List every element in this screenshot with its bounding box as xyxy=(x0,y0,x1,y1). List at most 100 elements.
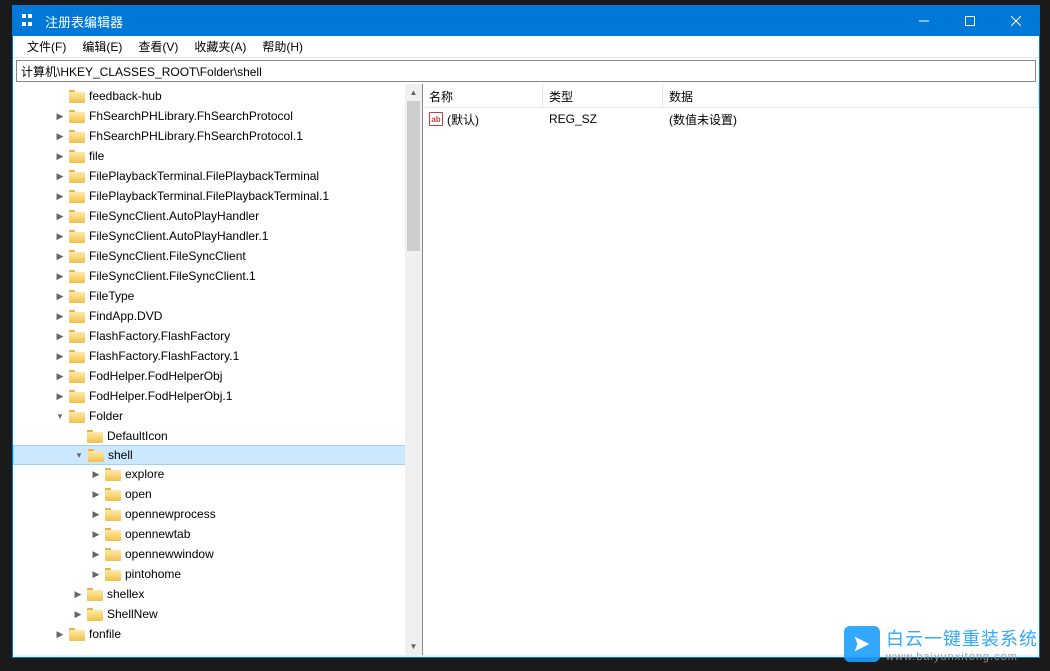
chevron-right-icon[interactable]: ▶ xyxy=(89,527,103,541)
chevron-right-icon[interactable]: ▶ xyxy=(53,189,67,203)
folder-icon xyxy=(87,429,103,443)
tree-node[interactable]: ▶FileSyncClient.AutoPlayHandler xyxy=(13,206,422,226)
tree-node[interactable]: ▶opennewtab xyxy=(13,524,422,544)
tree-node[interactable]: ▶FlashFactory.FlashFactory xyxy=(13,326,422,346)
tree-node[interactable]: ▾ Folder xyxy=(13,406,422,426)
chevron-right-icon[interactable]: ▶ xyxy=(53,289,67,303)
chevron-right-icon[interactable]: ▶ xyxy=(53,309,67,323)
tree-node-label: explore xyxy=(125,467,168,481)
scroll-down-button[interactable]: ▼ xyxy=(405,638,422,655)
chevron-right-icon[interactable]: ▶ xyxy=(53,329,67,343)
tree-scrollbar[interactable]: ▲ ▼ xyxy=(405,84,422,655)
chevron-right-icon[interactable]: ▶ xyxy=(53,349,67,363)
tree-node[interactable]: DefaultIcon xyxy=(13,426,422,446)
tree-node[interactable]: ▶ FileSyncClient.FileSyncClient.1 xyxy=(13,266,422,286)
menu-favorites[interactable]: 收藏夹(A) xyxy=(186,36,254,57)
value-data: (数值未设置) xyxy=(663,109,1039,130)
chevron-right-icon[interactable]: ▶ xyxy=(89,567,103,581)
tree-node[interactable]: ▶ explore xyxy=(13,464,422,484)
tree-node-label: FodHelper.FodHelperObj.1 xyxy=(89,389,236,403)
folder-icon xyxy=(105,547,121,561)
menu-view[interactable]: 查看(V) xyxy=(130,36,186,57)
chevron-right-icon[interactable]: ▶ xyxy=(53,129,67,143)
chevron-right-icon[interactable]: ▶ xyxy=(71,607,85,621)
tree-node-label: FhSearchPHLibrary.FhSearchProtocol.1 xyxy=(89,129,307,143)
menubar: 文件(F) 编辑(E) 查看(V) 收藏夹(A) 帮助(H) xyxy=(13,36,1039,58)
folder-icon xyxy=(69,389,85,403)
tree-node[interactable]: ▶FileSyncClient.FileSyncClient xyxy=(13,246,422,266)
tree-node[interactable]: ▶FindApp.DVD xyxy=(13,306,422,326)
value-type: REG_SZ xyxy=(543,110,663,128)
chevron-right-icon[interactable]: ▶ xyxy=(89,467,103,481)
chevron-right-icon[interactable]: ▶ xyxy=(53,389,67,403)
tree-node[interactable]: ▶FileType xyxy=(13,286,422,306)
column-name[interactable]: 名称 xyxy=(423,84,543,107)
tree-node-label: FhSearchPHLibrary.FhSearchProtocol xyxy=(89,109,297,123)
minimize-button[interactable] xyxy=(901,6,947,36)
chevron-down-icon[interactable]: ▾ xyxy=(53,409,67,423)
chevron-down-icon[interactable]: ▾ xyxy=(72,448,86,462)
chevron-right-icon[interactable]: ▶ xyxy=(53,249,67,263)
close-icon xyxy=(1011,16,1021,26)
column-type[interactable]: 类型 xyxy=(543,84,663,107)
reg-string-icon: ab xyxy=(429,112,443,126)
chevron-right-icon[interactable]: ▶ xyxy=(53,229,67,243)
tree-node[interactable]: ▶ FlashFactory.FlashFactory.1 xyxy=(13,346,422,366)
chevron-right-icon[interactable]: ▶ xyxy=(89,507,103,521)
menu-file[interactable]: 文件(F) xyxy=(19,36,74,57)
value-row[interactable]: ab(默认)REG_SZ(数值未设置) xyxy=(423,108,1039,130)
chevron-right-icon[interactable]: ▶ xyxy=(89,487,103,501)
tree-node[interactable]: ▶pintohome xyxy=(13,564,422,584)
address-bar[interactable]: 计算机\HKEY_CLASSES_ROOT\Folder\shell xyxy=(16,60,1036,82)
tree-node[interactable]: feedback-hub xyxy=(13,86,422,106)
registry-tree[interactable]: feedback-hub ▶ FhSearchPHLibrary.FhSearchP… xyxy=(13,84,422,646)
menu-help[interactable]: 帮助(H) xyxy=(254,36,311,57)
tree-node[interactable]: ▶FileSyncClient.AutoPlayHandler.1 xyxy=(13,226,422,246)
tree-node[interactable]: ▶ FilePlaybackTerminal.FilePlaybackTermin… xyxy=(13,166,422,186)
tree-node[interactable]: ▶ FodHelper.FodHelperObj.1 xyxy=(13,386,422,406)
close-button[interactable] xyxy=(993,6,1039,36)
folder-icon xyxy=(69,627,85,641)
chevron-right-icon[interactable]: ▶ xyxy=(53,149,67,163)
tree-node-label: FodHelper.FodHelperObj xyxy=(89,369,226,383)
tree-node[interactable]: ▶FilePlaybackTerminal.FilePlaybackTermin… xyxy=(13,186,422,206)
tree-node[interactable]: ▶ FhSearchPHLibrary.FhSearchProtocol xyxy=(13,106,422,126)
tree-node-label: Folder xyxy=(89,409,127,423)
tree-node[interactable]: ▾ shell xyxy=(13,445,422,465)
tree-node[interactable]: ▶shellex xyxy=(13,584,422,604)
chevron-right-icon[interactable]: ▶ xyxy=(71,587,85,601)
chevron-right-icon[interactable]: ▶ xyxy=(53,109,67,123)
chevron-right-icon[interactable]: ▶ xyxy=(53,209,67,223)
chevron-right-icon[interactable]: ▶ xyxy=(53,169,67,183)
tree-node[interactable]: ▶opennewwindow xyxy=(13,544,422,564)
tree-node-label: FileSyncClient.FileSyncClient.1 xyxy=(89,269,260,283)
chevron-right-icon[interactable]: ▶ xyxy=(89,547,103,561)
tree-node-label: FlashFactory.FlashFactory.1 xyxy=(89,349,243,363)
chevron-right-icon[interactable]: ▶ xyxy=(53,369,67,383)
tree-node[interactable]: ▶fonfile xyxy=(13,624,422,644)
watermark-url: www.baiyunxitong.com xyxy=(886,651,1038,663)
folder-icon xyxy=(105,507,121,521)
tree-node[interactable]: ▶ file xyxy=(13,146,422,166)
values-list[interactable]: ab(默认)REG_SZ(数值未设置) xyxy=(423,108,1039,130)
tree-node-label: shell xyxy=(108,448,137,462)
menu-edit[interactable]: 编辑(E) xyxy=(74,36,130,57)
tree-node[interactable]: ▶ FhSearchPHLibrary.FhSearchProtocol.1 xyxy=(13,126,422,146)
tree-node-label: FilePlaybackTerminal.FilePlaybackTermina… xyxy=(89,169,323,183)
titlebar[interactable]: 注册表编辑器 xyxy=(13,6,1039,36)
tree-node[interactable]: ▶ShellNew xyxy=(13,604,422,624)
folder-icon xyxy=(69,209,85,223)
maximize-button[interactable] xyxy=(947,6,993,36)
tree-node[interactable]: ▶open xyxy=(13,484,422,504)
column-data[interactable]: 数据 xyxy=(663,84,1039,107)
scroll-thumb[interactable] xyxy=(407,101,420,251)
folder-icon xyxy=(69,409,85,423)
values-header: 名称 类型 数据 xyxy=(423,84,1039,108)
folder-icon xyxy=(69,309,85,323)
tree-node[interactable]: ▶opennewprocess xyxy=(13,504,422,524)
tree-node-label: file xyxy=(89,149,108,163)
chevron-right-icon[interactable]: ▶ xyxy=(53,269,67,283)
tree-node[interactable]: ▶ FodHelper.FodHelperObj xyxy=(13,366,422,386)
scroll-up-button[interactable]: ▲ xyxy=(405,84,422,101)
chevron-right-icon[interactable]: ▶ xyxy=(53,627,67,641)
